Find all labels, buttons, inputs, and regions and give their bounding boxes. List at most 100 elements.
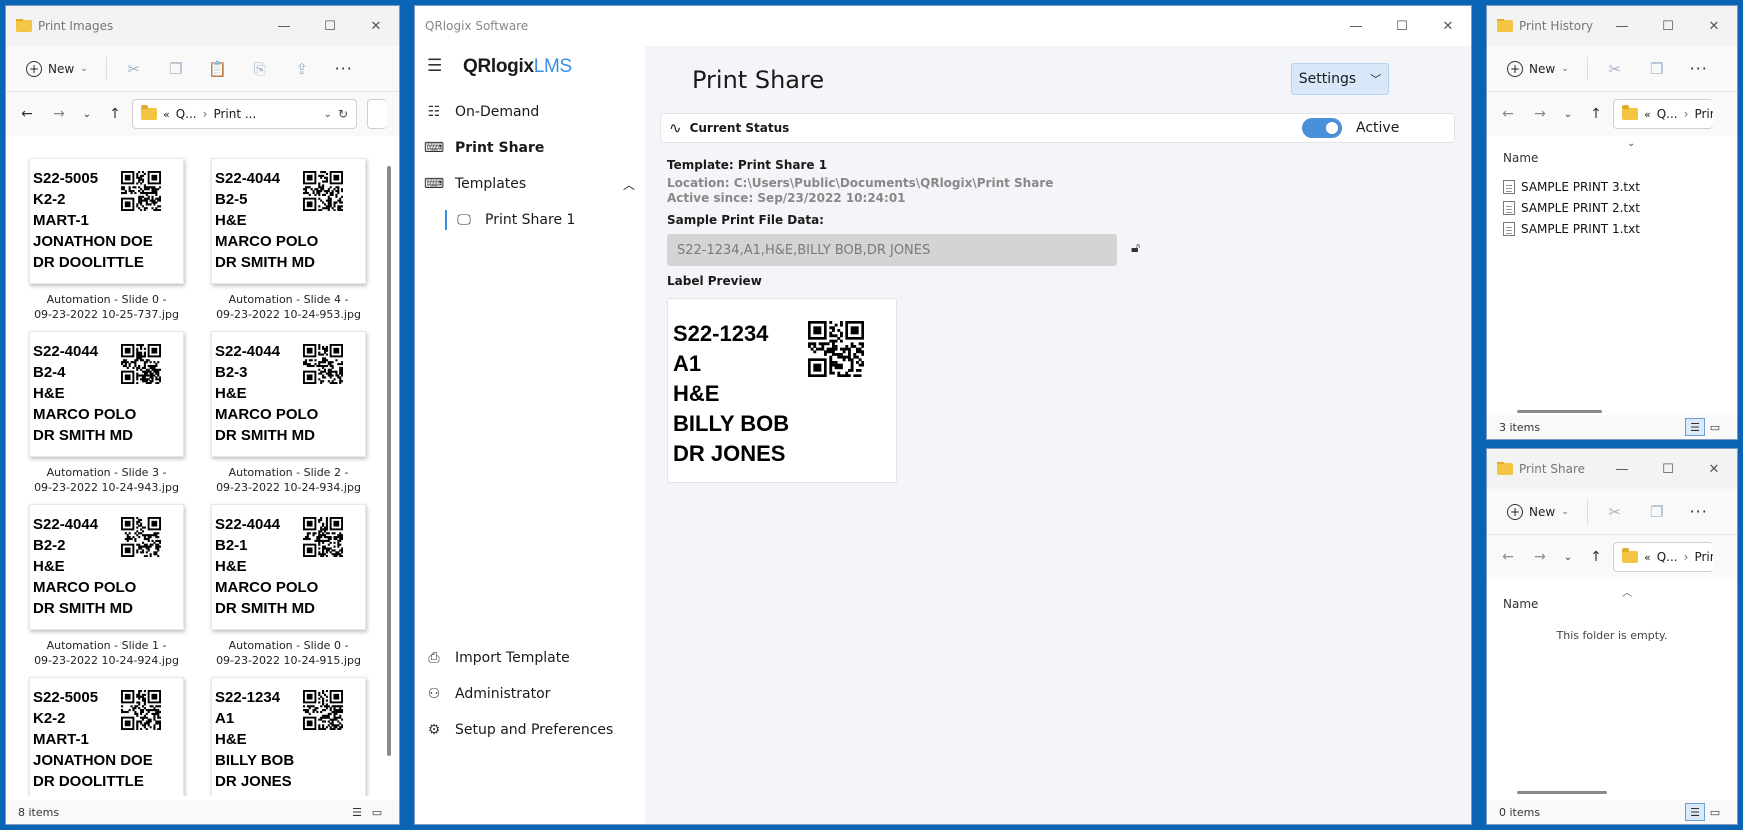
location-line: Location: C:\Users\Public\Documents\QRlo… xyxy=(667,176,1054,190)
maximize-button[interactable]: ☐ xyxy=(1645,449,1691,489)
sidebar-item-on-demand[interactable]: ☷ On-Demand xyxy=(425,100,540,124)
print-images-window: Print Images — ☐ ✕ + New ⌄ ✂ ❐ 📋 ⎘ ⇪ ··· ←… xyxy=(5,5,400,825)
chevron-down-icon[interactable]: ⌄ xyxy=(1557,542,1579,572)
label-line: H&E xyxy=(33,558,65,575)
window-title: Print History xyxy=(1519,19,1594,33)
current-status-bar: ∿ Current Status Active xyxy=(660,113,1455,143)
scrollbar[interactable] xyxy=(1517,410,1602,413)
thumbnail-grid: S22-5005 K2-2 MART-1 JONATHON DOE DR DOOLITT… xyxy=(6,6,376,796)
thumbnail-item[interactable]: S22-4044 B2-4 H&E MARCO POLO DR SMITH MD Auto… xyxy=(29,331,184,495)
chevron-up-icon[interactable]: ︿ xyxy=(623,176,635,193)
thumbnail-item[interactable]: S22-5005 K2-2 MART-1 JONATHON DOE DR DOOLITT… xyxy=(29,677,184,796)
thumbnail-item[interactable]: S22-5005 K2-2 MART-1 JONATHON DOE DR DOOLITT… xyxy=(29,158,184,322)
close-button[interactable]: ✕ xyxy=(1691,449,1737,489)
address-bar[interactable]: « Q... › Print xyxy=(1613,99,1713,129)
minimize-button[interactable]: — xyxy=(1599,6,1645,46)
sidebar-item-print-share-1[interactable]: 🖵 Print Share 1 xyxy=(445,208,575,232)
details-view-icon[interactable]: ☰ xyxy=(1685,418,1705,436)
file-list-item[interactable]: SAMPLE PRINT 2.txt xyxy=(1487,197,1737,218)
forward-arrow-icon[interactable]: → xyxy=(1525,99,1555,129)
thumbnail-item[interactable]: S22-1234 A1 H&E BILLY BOB DR JONES xyxy=(211,677,366,796)
label-line: H&E xyxy=(33,385,65,402)
sort-chevron-icon: ︿ xyxy=(1622,588,1632,599)
label-image: S22-4044 B2-4 H&E MARCO POLO DR SMITH MD xyxy=(29,331,184,457)
settings-button[interactable]: Settings ﹀ xyxy=(1291,63,1389,95)
up-arrow-icon[interactable]: ↑ xyxy=(1581,542,1611,572)
text-file-icon xyxy=(1503,221,1515,236)
forward-arrow-icon[interactable]: → xyxy=(1525,542,1555,572)
new-button[interactable]: + New ⌄ xyxy=(1497,57,1579,81)
scrollbar[interactable] xyxy=(1517,791,1607,794)
chevron-down-icon[interactable]: ⌄ xyxy=(1557,99,1579,129)
tiles-view-icon[interactable]: ▭ xyxy=(1705,803,1725,821)
titlebar[interactable]: Print History — ☐ ✕ xyxy=(1487,6,1737,46)
chevron-down-icon: ﹀ xyxy=(1370,73,1382,86)
hamburger-menu-icon[interactable]: ☰ xyxy=(427,56,442,76)
toolbar: + New ⌄ ✂ ❐ ··· xyxy=(1487,489,1737,535)
sidebar-item-templates[interactable]: ⌨ Templates ︿ xyxy=(423,172,635,196)
sidebar-item-administrator[interactable]: ⚇ Administrator xyxy=(425,682,551,706)
label-line: H&E xyxy=(215,385,247,402)
sidebar-item-print-share[interactable]: ⌨ Print Share xyxy=(424,136,545,160)
label-line: MARCO POLO xyxy=(33,579,137,596)
sidebar-item-import-template[interactable]: ⎙ Import Template xyxy=(425,646,569,670)
more-icon[interactable]: ··· xyxy=(1680,53,1718,85)
label-line: DR SMITH MD xyxy=(33,600,133,617)
file-list-item[interactable]: SAMPLE PRINT 3.txt xyxy=(1487,176,1737,197)
plus-icon: + xyxy=(1507,503,1523,520)
list-icon: ☷ xyxy=(427,104,441,120)
tiles-view-icon[interactable]: ▭ xyxy=(367,803,387,821)
close-button[interactable]: ✕ xyxy=(1691,6,1737,46)
label-image: S22-4044 B2-5 H&E MARCO POLO DR SMITH MD xyxy=(211,158,366,284)
label-line: MARCO POLO xyxy=(215,406,319,423)
thumbnail-item[interactable]: S22-4044 B2-1 H&E MARCO POLO DR SMITH MD Auto… xyxy=(211,504,366,668)
cut-icon[interactable]: ✂ xyxy=(1596,496,1634,528)
up-arrow-icon[interactable]: ↑ xyxy=(1581,99,1611,129)
minimize-button[interactable]: — xyxy=(1333,6,1379,46)
sample-data-field[interactable]: S22-1234,A1,H&E,BILLY BOB,DR JONES xyxy=(667,234,1117,266)
preview-line: S22-1234 xyxy=(673,321,769,346)
lock-icon[interactable]: 🔓︎ xyxy=(1131,240,1140,256)
new-button[interactable]: + New ⌄ xyxy=(1497,500,1579,524)
minimize-button[interactable]: — xyxy=(1599,449,1645,489)
close-button[interactable]: ✕ xyxy=(1425,6,1471,46)
sidebar: ☰ QRlogixLMS ☷ On-Demand ⌨ Print Share ⌨ Te… xyxy=(415,46,645,824)
titlebar[interactable]: QRlogix Software — ☐ ✕ xyxy=(415,6,1471,46)
caption-line: Automation - Slide 1 - xyxy=(46,639,167,652)
back-arrow-icon[interactable]: ← xyxy=(1493,99,1523,129)
thumbnail-item[interactable]: S22-4044 B2-2 H&E MARCO POLO DR SMITH MD Auto… xyxy=(29,504,184,668)
column-header-name[interactable]: Name xyxy=(1503,597,1538,611)
more-icon[interactable]: ··· xyxy=(1680,496,1718,528)
sidebar-item-setup[interactable]: ⚙ Setup and Preferences xyxy=(425,718,614,742)
back-arrow-icon[interactable]: ← xyxy=(1493,542,1523,572)
thumbnail-caption: Automation - Slide 2 - 09-23-2022 10-24-9… xyxy=(211,465,366,495)
file-list-item[interactable]: SAMPLE PRINT 1.txt xyxy=(1487,218,1737,239)
thumbnail-item[interactable]: S22-4044 B2-3 H&E MARCO POLO DR SMITH MD Auto… xyxy=(211,331,366,495)
thumbnail-item[interactable]: S22-4044 B2-5 H&E MARCO POLO DR SMITH MD Auto… xyxy=(211,158,366,322)
nav-row: ← → ⌄ ↑ « Q... › Print xyxy=(1487,92,1737,136)
caption-line: 09-23-2022 10-24-934.jpg xyxy=(216,481,361,494)
maximize-button[interactable]: ☐ xyxy=(1645,6,1691,46)
label-line: DR SMITH MD xyxy=(33,427,133,444)
label-image: S22-4044 B2-3 H&E MARCO POLO DR SMITH MD xyxy=(211,331,366,457)
titlebar[interactable]: Print Share — ☐ ✕ xyxy=(1487,449,1737,489)
copy-icon[interactable]: ❐ xyxy=(1638,53,1676,85)
scrollbar[interactable] xyxy=(387,166,391,756)
tiles-view-icon[interactable]: ▭ xyxy=(1705,418,1725,436)
active-toggle[interactable] xyxy=(1302,118,1342,138)
label-line: DR JONES xyxy=(215,773,292,790)
qr-code xyxy=(121,344,161,384)
print-history-window: Print History — ☐ ✕ + New ⌄ ✂ ❐ ··· ← → ⌄ … xyxy=(1486,5,1738,440)
window-title: QRlogix Software xyxy=(425,19,529,33)
cut-icon[interactable]: ✂ xyxy=(1596,53,1634,85)
column-header-name[interactable]: Name xyxy=(1503,151,1538,165)
details-view-icon[interactable]: ☰ xyxy=(1685,803,1705,821)
page-title: Print Share xyxy=(692,66,825,94)
thumbnail-caption: Automation - Slide 3 - 09-23-2022 10-24-9… xyxy=(29,465,184,495)
print-share-window: Print Share — ☐ ✕ + New ⌄ ✂ ❐ ··· ← → ⌄ ↑ … xyxy=(1486,448,1738,825)
keyboard-icon: ⌨ xyxy=(423,176,445,192)
address-bar[interactable]: « Q... › Print xyxy=(1613,542,1713,572)
maximize-button[interactable]: ☐ xyxy=(1379,6,1425,46)
details-view-icon[interactable]: ☰ xyxy=(347,803,367,821)
copy-icon[interactable]: ❐ xyxy=(1638,496,1676,528)
